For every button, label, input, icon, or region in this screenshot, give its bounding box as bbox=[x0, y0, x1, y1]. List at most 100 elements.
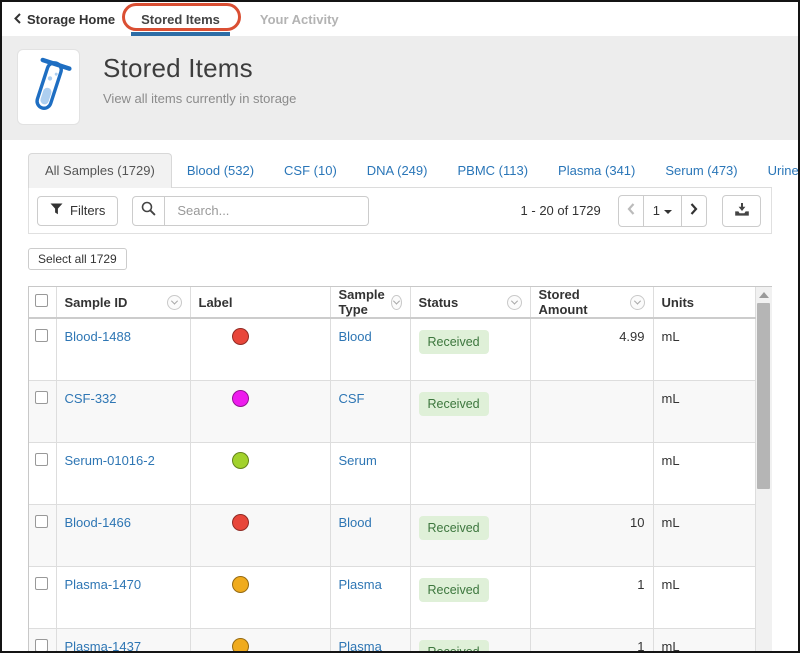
sort-caret-icon[interactable] bbox=[630, 295, 645, 310]
funnel-icon bbox=[50, 203, 63, 218]
status-badge: Received bbox=[419, 392, 489, 416]
sample-type-tab[interactable]: DNA (249) bbox=[352, 154, 443, 187]
row-checkbox-cell bbox=[29, 566, 56, 628]
status-badge: Received bbox=[419, 640, 489, 653]
sort-caret-icon[interactable] bbox=[507, 295, 522, 310]
table-row: Serum-01016-2 Serum bbox=[29, 442, 755, 504]
sample-id-link[interactable]: Plasma-1437 bbox=[65, 639, 142, 653]
column-header-label: Units bbox=[662, 295, 695, 310]
table-row: Plasma-1470 Plasma Received 1 bbox=[29, 566, 755, 628]
sample-type-link[interactable]: Plasma bbox=[339, 577, 382, 592]
top-navigation: Storage Home Stored Items Your Activity bbox=[2, 2, 798, 36]
column-header-label: Sample Type bbox=[339, 287, 391, 317]
sample-type-link[interactable]: Blood bbox=[339, 329, 372, 344]
status-badge: Received bbox=[419, 330, 489, 354]
column-header[interactable]: Stored Amount bbox=[530, 287, 653, 318]
chevron-left-icon bbox=[627, 202, 635, 220]
magnifier-icon bbox=[141, 201, 156, 221]
search-input[interactable] bbox=[165, 196, 369, 226]
sort-caret-icon[interactable] bbox=[167, 295, 182, 310]
page-number-value: 1 bbox=[653, 203, 660, 218]
row-checkbox[interactable] bbox=[35, 329, 48, 342]
column-header-label: Status bbox=[419, 295, 459, 310]
table-body: Blood-1488 Blood Received 4.99 bbox=[29, 318, 755, 653]
test-tube-icon bbox=[25, 55, 73, 120]
page-number-dropdown[interactable]: 1 bbox=[644, 196, 682, 226]
export-download-button[interactable] bbox=[722, 195, 761, 227]
select-page-checkbox[interactable] bbox=[35, 294, 48, 307]
sample-id-link[interactable]: Plasma-1470 bbox=[65, 577, 142, 592]
sample-id-cell: Serum-01016-2 bbox=[56, 442, 190, 504]
column-header[interactable]: Status bbox=[410, 287, 530, 318]
scrollbar-thumb[interactable] bbox=[757, 303, 770, 489]
nav-item-your-activity-label: Your Activity bbox=[260, 12, 339, 27]
column-header-label: Stored Amount bbox=[539, 287, 630, 317]
stored-items-table: Sample IDLabelSample TypeStatusStored Am… bbox=[29, 287, 756, 653]
sample-id-link[interactable]: CSF-332 bbox=[65, 391, 117, 406]
sample-type-cell: Blood bbox=[330, 504, 410, 566]
scrollbar-up-arrow-icon[interactable] bbox=[759, 292, 769, 298]
nav-item-stored-items-label: Stored Items bbox=[141, 12, 220, 27]
chevron-left-icon bbox=[14, 12, 21, 27]
column-header[interactable]: Sample Type bbox=[330, 287, 410, 318]
row-checkbox[interactable] bbox=[35, 391, 48, 404]
row-checkbox-cell bbox=[29, 442, 56, 504]
nav-item-stored-items[interactable]: Stored Items bbox=[129, 2, 232, 36]
stored-amount-cell bbox=[530, 442, 653, 504]
active-nav-underline bbox=[131, 32, 230, 36]
sample-type-tab[interactable]: Serum (473) bbox=[650, 154, 752, 187]
sample-type-tab[interactable]: Urine (11) bbox=[753, 154, 800, 187]
sample-type-tab[interactable]: Blood (532) bbox=[172, 154, 269, 187]
table-row: CSF-332 CSF Received bbox=[29, 380, 755, 442]
units-cell: mL bbox=[653, 628, 755, 653]
sample-type-link[interactable]: Blood bbox=[339, 515, 372, 530]
caret-down-icon bbox=[664, 210, 672, 214]
sample-type-tab[interactable]: All Samples (1729) bbox=[28, 153, 172, 188]
stored-amount-cell: 1 bbox=[530, 566, 653, 628]
next-page-button[interactable] bbox=[682, 196, 706, 226]
sample-type-cell: CSF bbox=[330, 380, 410, 442]
status-cell: Received bbox=[410, 380, 530, 442]
label-cell bbox=[190, 504, 330, 566]
sample-id-link[interactable]: Blood-1488 bbox=[65, 329, 132, 344]
label-color-dot bbox=[232, 576, 249, 593]
stored-items-table-wrap: Sample IDLabelSample TypeStatusStored Am… bbox=[28, 286, 772, 653]
row-checkbox[interactable] bbox=[35, 453, 48, 466]
sample-id-cell: Blood-1488 bbox=[56, 318, 190, 380]
units-cell: mL bbox=[653, 318, 755, 380]
row-checkbox[interactable] bbox=[35, 577, 48, 590]
nav-item-your-activity[interactable]: Your Activity bbox=[254, 2, 345, 36]
select-all-button[interactable]: Select all 1729 bbox=[28, 248, 127, 270]
row-checkbox[interactable] bbox=[35, 515, 48, 528]
stored-amount-cell: 4.99 bbox=[530, 318, 653, 380]
sample-id-link[interactable]: Serum-01016-2 bbox=[65, 453, 155, 468]
sample-type-tab[interactable]: Plasma (341) bbox=[543, 154, 650, 187]
sample-type-link[interactable]: Serum bbox=[339, 453, 377, 468]
status-badge: Received bbox=[419, 578, 489, 602]
sample-id-cell: CSF-332 bbox=[56, 380, 190, 442]
filters-button[interactable]: Filters bbox=[37, 196, 118, 226]
row-checkbox[interactable] bbox=[35, 639, 48, 652]
label-cell bbox=[190, 442, 330, 504]
sample-type-tab[interactable]: PBMC (113) bbox=[442, 154, 543, 187]
page-header-text: Stored Items View all items currently in… bbox=[103, 49, 296, 140]
status-cell: Received bbox=[410, 504, 530, 566]
search-button[interactable] bbox=[132, 196, 165, 226]
sort-caret-icon[interactable] bbox=[391, 295, 402, 310]
row-checkbox-cell bbox=[29, 318, 56, 380]
sample-type-cell: Serum bbox=[330, 442, 410, 504]
sample-type-tab[interactable]: CSF (10) bbox=[269, 154, 352, 187]
back-link-label: Storage Home bbox=[27, 12, 115, 27]
sample-id-cell: Plasma-1470 bbox=[56, 566, 190, 628]
column-header[interactable]: Sample ID bbox=[56, 287, 190, 318]
stored-amount-cell: 10 bbox=[530, 504, 653, 566]
label-color-dot bbox=[232, 638, 249, 653]
back-to-storage-home-link[interactable]: Storage Home bbox=[14, 2, 115, 36]
table-scrollbar[interactable] bbox=[756, 287, 772, 653]
sample-type-link[interactable]: Plasma bbox=[339, 639, 382, 653]
sample-id-link[interactable]: Blood-1466 bbox=[65, 515, 132, 530]
page-subtitle: View all items currently in storage bbox=[103, 91, 296, 106]
previous-page-button[interactable] bbox=[619, 196, 644, 226]
chevron-right-icon bbox=[690, 202, 698, 220]
sample-type-link[interactable]: CSF bbox=[339, 391, 365, 406]
